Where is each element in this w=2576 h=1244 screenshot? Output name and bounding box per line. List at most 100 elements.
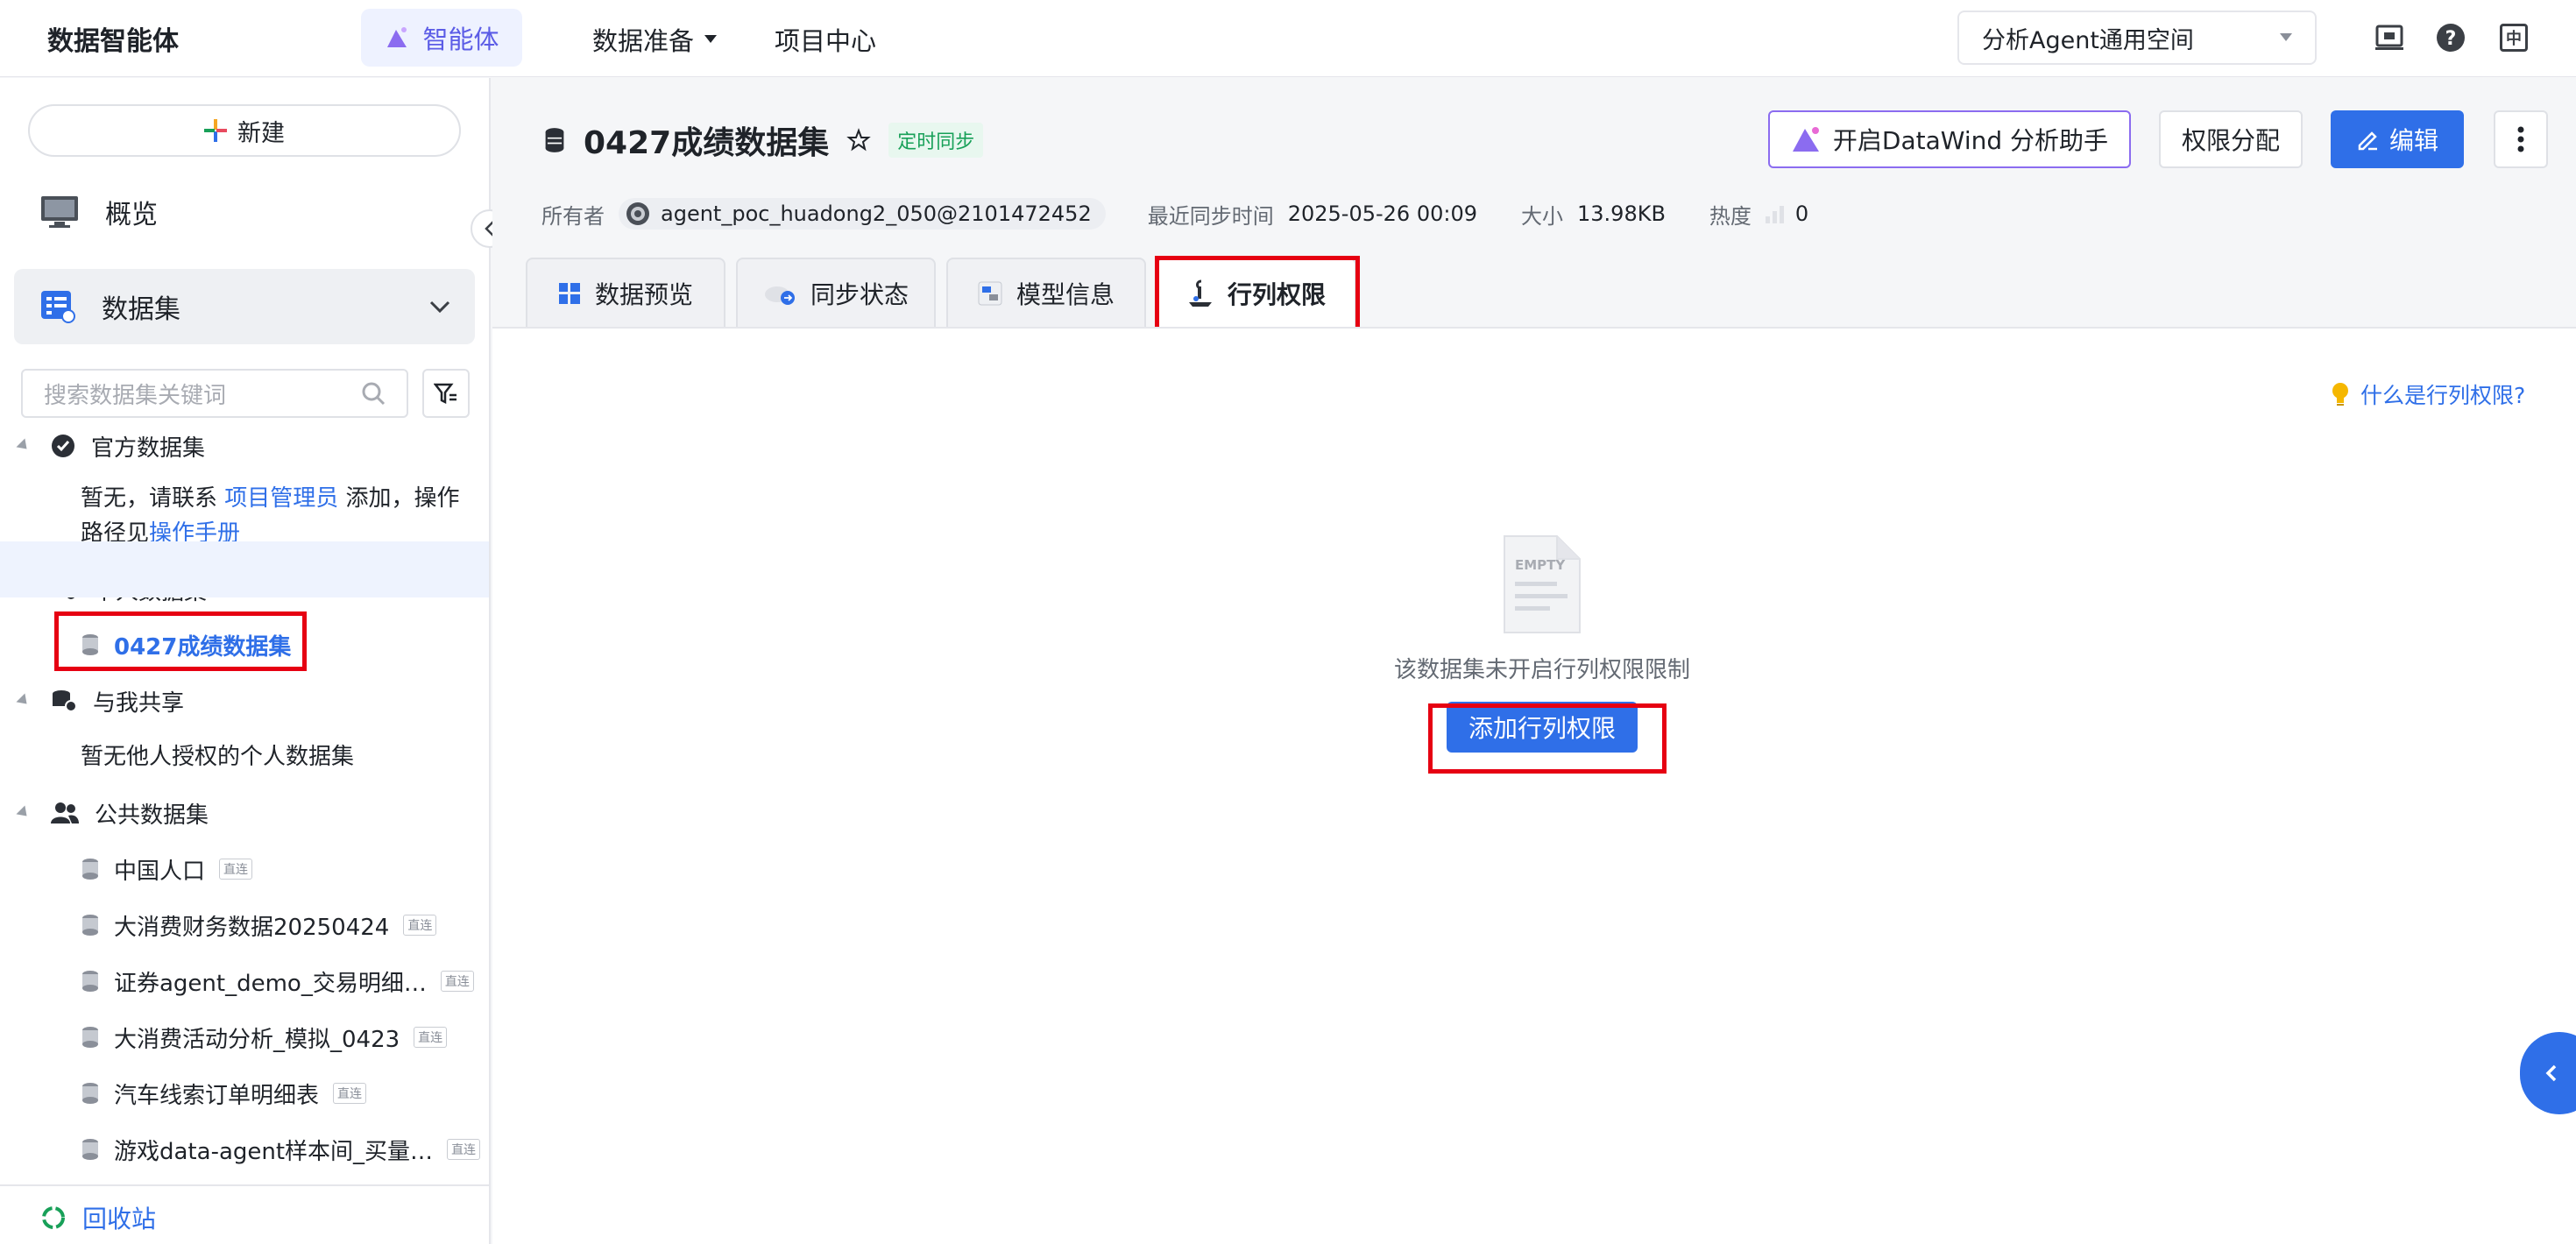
dataset-item-public[interactable]: 证券agent_demo_交易明细… 直连 [81,959,474,1003]
dataset-item-public[interactable]: 大消费财务数据20250424 直连 [81,903,437,947]
tab-label: 模型信息 [1016,280,1115,309]
new-button-label: 新建 [237,119,285,147]
tree-group-official[interactable]: 官方数据集 [16,426,205,466]
permission-content [492,327,2576,1244]
workspace-select[interactable]: 分析Agent通用空间 [1957,11,2317,65]
expand-triangle-icon [16,805,32,821]
assistant-icon [1792,127,1819,152]
plus-icon [204,119,227,142]
more-button[interactable] [2494,110,2548,168]
language-icon[interactable]: 中 [2499,23,2529,53]
new-button[interactable]: 新建 [28,104,461,157]
tree-group-shared[interactable]: 与我共享 [16,681,185,721]
recycle-bin-label: 回收站 [82,1205,157,1233]
sidebar-item-overview[interactable]: 概览 [14,174,475,250]
permission-button-label: 权限分配 [2181,126,2280,155]
tab-model-info[interactable]: 模型信息 [946,258,1146,328]
project-admin-link[interactable]: 项目管理员 [224,485,338,512]
expand-triangle-icon [16,693,32,709]
direct-tag: 直连 [219,859,253,880]
chevron-down-icon [429,300,450,314]
sidebar-item-datasets[interactable]: 数据集 [14,269,475,344]
sidebar-item-label: 概览 [105,200,158,230]
dataset-item-public[interactable]: 中国人口 直连 [81,847,253,891]
recycle-bin-link[interactable]: 回收站 [40,1200,156,1235]
help-icon[interactable]: ? [2436,23,2466,53]
console-icon[interactable] [2374,23,2404,53]
tab-sync-status[interactable]: 同步状态 [736,258,936,328]
recycle-icon [42,1206,65,1229]
monitor-icon [41,196,78,228]
top-bar: 数据智能体 智能体 数据准备 项目中心 分析Agent通用空间 ? 中 [0,0,2576,77]
nav-data-prep-label: 数据准备 [592,26,695,56]
search-placeholder: 搜索数据集关键词 [44,382,227,409]
verified-icon [52,435,74,457]
direct-tag: 直连 [447,1139,481,1160]
edit-button-label: 编辑 [2388,126,2438,155]
star-icon[interactable] [846,128,871,152]
tree-group-label: 公共数据集 [95,802,209,829]
database-icon [82,1139,98,1160]
tree-group-public[interactable]: 公共数据集 [16,793,209,833]
nav-project[interactable]: 项目中心 [775,21,876,58]
empty-state-text: 该数据集未开启行列权限限制 [1393,657,1690,683]
datawind-assistant-button[interactable]: 开启DataWind 分析助手 [1768,110,2131,168]
tab-data-preview[interactable]: 数据预览 [526,258,725,328]
heat-value: 0 [1794,201,1809,226]
model-icon [978,281,1002,306]
note-text: 暂无，请联系 [81,485,225,512]
highlight-box-tab [1155,256,1360,335]
selected-row-highlight [0,541,489,597]
agent-icon [387,27,407,47]
owner-chip[interactable]: agent_poc_huadong2_050@2101472452 [619,198,1106,230]
caret-down-icon [2280,33,2292,41]
sync-time-label: 最近同步时间 [1147,203,1274,229]
direct-tag: 直连 [403,915,437,936]
database-icon [82,1027,98,1048]
dataset-item-public[interactable]: 汽车线索订单明细表 直连 [81,1071,367,1115]
highlight-box-add-button [1428,703,1667,774]
database-icon [82,859,98,880]
svg-text:?: ? [2445,28,2457,50]
heat-label: 热度 [1709,203,1752,229]
nav-agent[interactable]: 智能体 [361,9,522,67]
dataset-item-public[interactable]: 游戏data-agent样本间_买量… 直连 [81,1127,481,1171]
dataset-item-label: 证券agent_demo_交易明细… [114,970,427,997]
search-icon [362,382,386,406]
help-link-label: 什么是行列权限? [2360,383,2526,408]
dataset-item-label: 汽车线索订单明细表 [114,1082,320,1109]
tab-label: 数据预览 [594,280,693,309]
size-label: 大小 [1521,203,1563,229]
filter-button[interactable] [422,369,470,418]
database-icon [82,915,98,936]
tree-group-label: 与我共享 [93,689,185,717]
nav-project-label: 项目中心 [775,26,877,56]
direct-tag: 直连 [440,971,474,992]
permission-assign-button[interactable]: 权限分配 [2159,110,2303,168]
empty-file-icon: EMPTY [1504,535,1581,633]
shared-empty-note: 暂无他人授权的个人数据集 [81,744,355,770]
highlight-box-dataset [54,611,307,671]
edit-button[interactable]: 编辑 [2331,110,2464,168]
dataset-item-label: 游戏data-agent样本间_买量… [114,1138,434,1165]
database-icon [82,1083,98,1104]
dataset-title-row: 0427成绩数据集 定时同步 [543,117,984,163]
brand-title: 数据智能体 [47,26,179,57]
caret-down-icon [704,35,718,43]
sync-badge: 定时同步 [888,123,984,158]
dataset-search-input[interactable]: 搜索数据集关键词 [21,369,408,418]
shared-dataset-icon [53,690,77,712]
direct-tag: 直连 [414,1027,448,1048]
avatar [626,202,649,225]
grid-icon [558,283,580,304]
expand-triangle-icon [16,438,32,454]
workspace-value: 分析Agent通用空间 [1982,26,2194,54]
nav-agent-label: 智能体 [422,25,499,54]
nav-data-prep[interactable]: 数据准备 [592,21,718,58]
lightbulb-icon [2332,383,2348,406]
database-icon [82,971,98,992]
help-link[interactable]: 什么是行列权限? [2331,378,2525,410]
tab-label: 同步状态 [810,280,909,309]
official-empty-note: 暂无，请联系 项目管理员 添加，操作路径见操作手册 [81,481,466,551]
dataset-item-public[interactable]: 大消费活动分析_模拟_0423 直连 [81,1015,448,1059]
